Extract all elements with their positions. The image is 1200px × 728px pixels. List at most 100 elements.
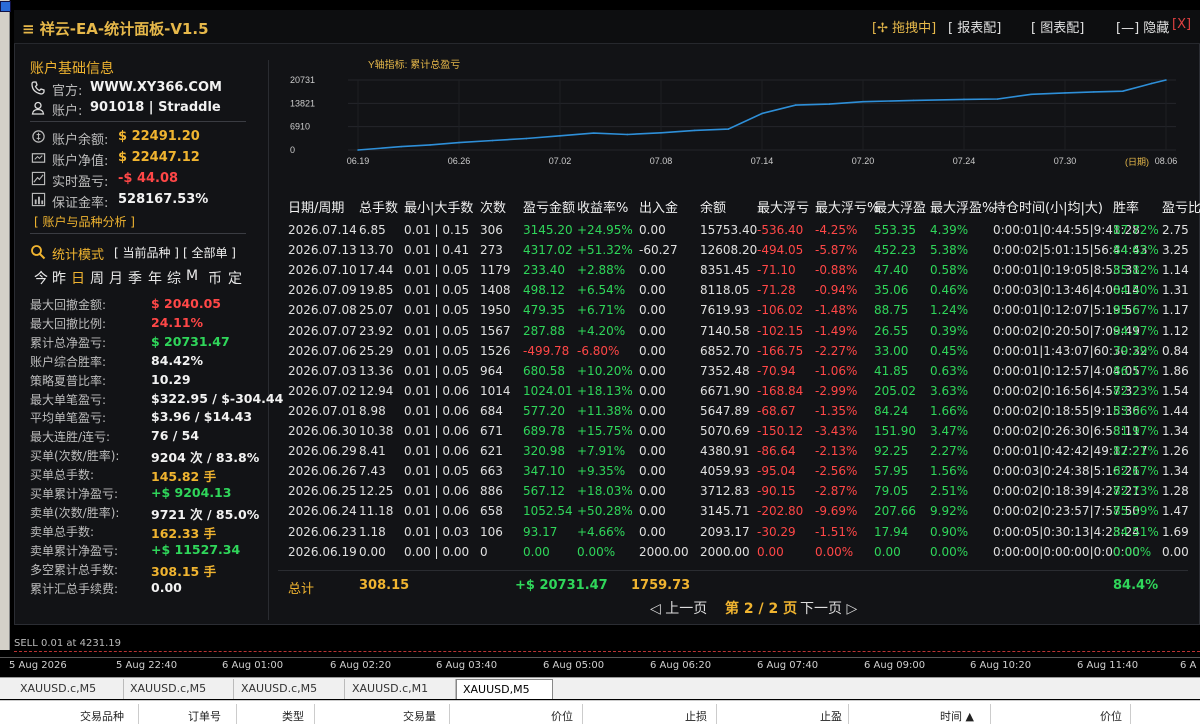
all-orders-button[interactable]: [ 全部单 ] <box>183 244 236 261</box>
table-cell: 671 <box>480 424 503 438</box>
next-page-button[interactable]: 下一页 ▷ <box>800 598 857 618</box>
table-cell: 347.10 <box>523 464 565 479</box>
column-header[interactable]: 日期/周期 <box>288 197 344 216</box>
stat-label: 多空累计总手数: <box>30 562 119 577</box>
toolbox-column-header[interactable]: 止损 <box>685 708 707 724</box>
column-header[interactable]: 收益率% <box>577 197 628 216</box>
column-header[interactable]: 余额 <box>700 197 726 216</box>
column-header[interactable]: 盈亏金额 <box>523 197 575 216</box>
column-separator[interactable] <box>138 704 139 724</box>
column-header[interactable]: 出入金 <box>639 197 678 216</box>
table-cell: 0.00% <box>815 544 854 559</box>
chart-tab[interactable]: XAUUSD.c,M5 <box>124 679 234 699</box>
chart-config-button[interactable]: [ 图表配] <box>1031 17 1084 36</box>
account-analysis-link[interactable]: [ 账户与品种分析 ] <box>34 213 135 230</box>
time-axis-label: 6 Aug 07:40 <box>757 660 819 671</box>
table-cell: 1.54 <box>1162 383 1189 398</box>
table-cell: 0.90% <box>930 524 969 539</box>
equity-point <box>660 131 662 134</box>
total-pnl: +$ 20731.47 <box>515 578 608 593</box>
period-5[interactable]: 季 <box>128 268 142 288</box>
chart-tab[interactable]: XAUUSD,M5 <box>456 679 553 699</box>
sell-order-line[interactable] <box>14 651 1200 652</box>
table-cell: 0.00 | 0.00 <box>404 544 470 559</box>
hide-button[interactable]: [—] 隐藏 <box>1116 17 1169 36</box>
equity-point <box>1093 91 1095 93</box>
column-header[interactable]: 持仓时间(小|均|大) <box>993 197 1103 216</box>
toolbox-column-header[interactable]: 类型 <box>282 708 304 724</box>
table-cell: 2026.06.25 <box>288 484 357 499</box>
table-cell: 0.01 | 0.06 <box>404 484 470 499</box>
period-10[interactable]: 定 <box>228 268 242 288</box>
column-separator[interactable] <box>314 704 315 724</box>
period-6[interactable]: 年 <box>148 268 162 288</box>
time-axis-label: 6 Aug 11:40 <box>1077 660 1139 671</box>
period-4[interactable]: 月 <box>109 268 123 288</box>
column-header[interactable]: 最大浮盈 <box>874 197 926 216</box>
period-8[interactable]: M <box>186 268 198 284</box>
toolbox-column-header[interactable]: 交易品种 <box>80 708 124 724</box>
table-cell: 452.23 <box>874 243 916 258</box>
period-9[interactable]: 币 <box>208 268 222 288</box>
toolbox-column-header[interactable]: 时间 ▲ <box>940 708 974 724</box>
toolbox-column-header[interactable]: 订单号 <box>188 708 221 724</box>
toolbox-column-header[interactable]: 止盈 <box>820 708 842 724</box>
chart-tab[interactable]: XAUUSD.c,M1 <box>346 679 456 699</box>
column-header[interactable]: 最大浮盈% <box>930 197 994 216</box>
table-cell: +2.88% <box>577 263 626 278</box>
column-header[interactable]: 盈亏比 <box>1162 197 1200 216</box>
table-cell: -2.99% <box>815 383 858 398</box>
table-cell: -150.12 <box>757 424 804 438</box>
column-separator[interactable] <box>716 704 717 724</box>
table-cell: 4317.02 <box>523 243 573 258</box>
table-cell: 2093.17 <box>700 524 750 539</box>
column-separator[interactable] <box>848 704 849 724</box>
period-3[interactable]: 周 <box>90 268 104 288</box>
current-symbol-button[interactable]: [ 当前品种 ] <box>114 244 179 261</box>
column-separator[interactable] <box>1130 704 1131 724</box>
table-cell: 0.01 | 0.06 <box>404 444 470 459</box>
chart-tab[interactable]: XAUUSD.c,M5 <box>235 679 345 699</box>
column-header[interactable]: 最小|大手数 <box>404 197 473 216</box>
total-winrate: 84.4% <box>1113 578 1159 593</box>
column-separator[interactable] <box>582 704 583 724</box>
column-header[interactable]: 最大浮亏% <box>815 197 879 216</box>
table-cell: 41.85 <box>874 363 909 378</box>
column-separator[interactable] <box>990 704 991 724</box>
toolbox-column-header[interactable]: 交易量 <box>403 708 436 724</box>
period-0[interactable]: 今 <box>34 268 48 288</box>
column-header[interactable]: 最大浮亏 <box>757 197 809 216</box>
period-7[interactable]: 综 <box>167 268 181 288</box>
drag-button[interactable]: [✢ 拖拽中] <box>872 17 936 36</box>
toolbox-column-header[interactable]: 价位 <box>1100 708 1122 724</box>
panel-divider <box>268 60 269 620</box>
table-cell: +4.66% <box>577 524 626 539</box>
table-cell: 2026.07.07 <box>288 323 357 338</box>
table-cell: 0.01 | 0.05 <box>404 303 470 318</box>
table-cell: +18.13% <box>577 383 633 398</box>
chart-tab[interactable]: XAUUSD.c,M5 <box>14 679 124 699</box>
x-tick-label: 07.08 <box>650 156 673 166</box>
site-value[interactable]: WWW.XY366.COM <box>90 80 222 95</box>
column-separator[interactable] <box>449 704 450 724</box>
stat-label: 卖单总手数: <box>30 524 95 539</box>
table-cell: 12.25 <box>359 484 394 499</box>
table-cell: 25.07 <box>359 303 394 318</box>
user-icon <box>30 100 46 120</box>
column-header[interactable]: 次数 <box>480 197 506 216</box>
table-cell: 84.24 <box>874 403 909 418</box>
table-cell: +18.03% <box>577 484 633 499</box>
period-1[interactable]: 昨 <box>52 268 66 288</box>
table-cell: 498.12 <box>523 283 565 298</box>
stat-value: 84.42% <box>151 352 204 368</box>
column-header[interactable]: 胜率 <box>1113 197 1139 216</box>
table-cell: 8351.45 <box>700 263 750 278</box>
table-cell: 2.51% <box>930 484 969 499</box>
close-button[interactable]: [X] <box>1172 17 1191 32</box>
toolbox-column-header[interactable]: 价位 <box>551 708 573 724</box>
column-header[interactable]: 总手数 <box>359 197 398 216</box>
report-config-button[interactable]: [ 报表配] <box>948 17 1001 36</box>
prev-page-button[interactable]: ◁ 上一页 <box>650 598 707 618</box>
period-2[interactable]: 日 <box>71 268 85 288</box>
column-separator[interactable] <box>236 704 237 724</box>
